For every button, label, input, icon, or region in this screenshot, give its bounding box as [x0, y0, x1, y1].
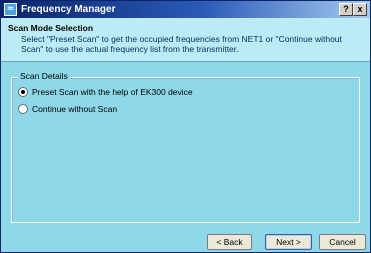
header-title: Scan Mode Selection	[8, 23, 94, 33]
scan-details-groupbox	[11, 77, 360, 223]
window-title: Frequency Manager	[21, 4, 116, 15]
frequency-app-icon: ≈	[4, 3, 17, 16]
close-button[interactable]: x	[353, 3, 367, 16]
continue-without-scan-radio[interactable]	[18, 104, 28, 114]
help-button[interactable]: ?	[339, 3, 353, 16]
next-button[interactable]: Next >	[265, 234, 312, 250]
scan-details-legend: Scan Details	[18, 71, 70, 81]
continue-without-scan-option[interactable]: Continue without Scan	[18, 103, 117, 115]
preset-scan-option[interactable]: Preset Scan with the help of EK300 devic…	[18, 86, 193, 98]
back-button[interactable]: < Back	[207, 234, 252, 250]
frequency-manager-window: ≈ Frequency Manager ? x Scan Mode Select…	[0, 0, 371, 253]
preset-scan-radio[interactable]	[18, 87, 28, 97]
header-description: Select "Preset Scan" to get the occupied…	[21, 34, 342, 54]
cancel-button[interactable]: Cancel	[319, 234, 366, 250]
wizard-header: Scan Mode Selection Select "Preset Scan"…	[1, 18, 370, 62]
preset-scan-label[interactable]: Preset Scan with the help of EK300 devic…	[32, 87, 193, 97]
continue-without-scan-label[interactable]: Continue without Scan	[32, 104, 117, 114]
title-bar[interactable]: ≈ Frequency Manager ? x	[1, 1, 370, 18]
